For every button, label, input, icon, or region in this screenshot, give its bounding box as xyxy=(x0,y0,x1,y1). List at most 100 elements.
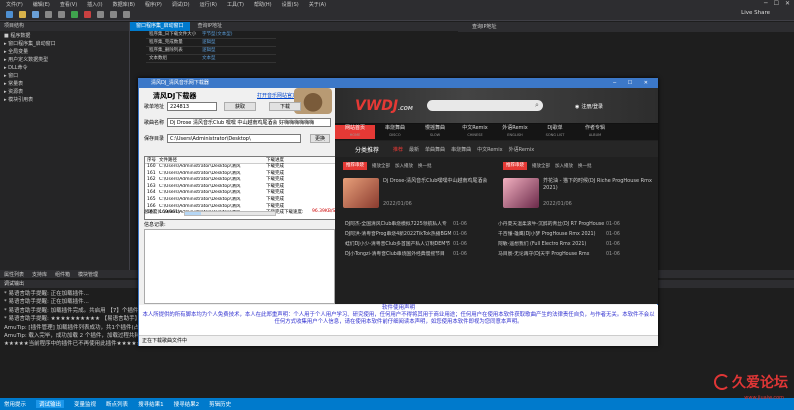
category-tab-3[interactable]: 串烧舞曲 xyxy=(451,146,471,153)
site-nav-item-2[interactable]: 慢摇舞曲 SLOW xyxy=(415,125,455,139)
tree-item[interactable]: ▸ 模块引用表 xyxy=(4,96,129,104)
download-button[interactable]: 下载 xyxy=(269,102,302,111)
open-folder-icon[interactable] xyxy=(19,10,26,18)
song-title[interactable]: 阿敏-遥想我们 (Full Electro Rmx 2021) xyxy=(488,240,606,250)
status-tab-1[interactable]: 调试输出 xyxy=(36,400,65,408)
find-icon[interactable] xyxy=(110,10,117,18)
variable-row[interactable]: 程序集_删除列表 逻辑型 xyxy=(146,47,276,55)
copy-icon[interactable] xyxy=(58,10,65,18)
song-row[interactable]: DJ小Tongzi-清粤音Club串烧国外经典慢摇节目 01-06 马目宸-无论再守… xyxy=(335,250,658,260)
get-button[interactable]: 获取 xyxy=(224,102,257,111)
window-buttons[interactable]: ─ ☐ ✕ xyxy=(613,79,653,88)
editor-tab-1[interactable]: 查询IP地址 xyxy=(192,22,229,31)
song-title[interactable]: DJ阿洪-清粤音Prog串烧4新2022TikTok热播BGM xyxy=(335,230,453,240)
table-row[interactable]: 160 C:\Users\Administrator\Desktop\清风 下载完成 xyxy=(145,164,348,171)
cut-icon[interactable] xyxy=(45,10,52,18)
tree-item[interactable]: ▸ DLL命令 xyxy=(4,64,129,72)
tree-item[interactable]: ▸ 用户定义数据类型 xyxy=(4,56,129,64)
site-nav-item-6[interactable]: 作者专辑 ALBUM xyxy=(575,125,615,139)
category-tab-2[interactable]: 单曲舞曲 xyxy=(425,146,445,153)
refresh-link[interactable]: 换一批 xyxy=(418,163,432,169)
right-panel-title[interactable]: 查询IP地址 xyxy=(458,22,794,32)
col-progress[interactable]: 下载进度 xyxy=(266,157,316,163)
song-title[interactable]: 蛙们DJ小少-清粤音Club多首国产私人订制DEM节 xyxy=(335,240,453,250)
add-play-link-2[interactable]: 加入播放 xyxy=(555,163,573,169)
album-cover-2[interactable] xyxy=(503,178,539,208)
stop-icon[interactable] xyxy=(84,10,91,18)
close-icon[interactable]: ✕ xyxy=(785,0,790,7)
song-input[interactable]: Dj Drose 清风音乐Club 嘿嘿 中山越南鸡尾酒会 好嗨嗨嗨嗨嗨嗨 xyxy=(167,118,332,127)
settings-icon[interactable] xyxy=(123,10,130,18)
menu-item-9[interactable]: 帮助(H) xyxy=(254,1,272,8)
dir-input[interactable]: C:\Users\Administrator\Desktop\ xyxy=(167,134,302,143)
menu-item-6[interactable]: 调试(D) xyxy=(172,1,190,8)
browse-button[interactable]: 更换 xyxy=(310,134,331,143)
site-logo[interactable]: VWDJ.COM xyxy=(355,98,413,114)
bottom-tab-2[interactable]: 组件箱 xyxy=(55,271,70,278)
add-play-link[interactable]: 加入播放 xyxy=(395,163,413,169)
login-link[interactable]: ◉ 注册/登录 xyxy=(575,103,603,111)
menu-item-0[interactable]: 文件(F) xyxy=(6,1,23,8)
song-row[interactable]: 蛙们DJ小少-清粤音Club多首国产私人订制DEM节 01-06 阿敏-遥想我们 (… xyxy=(335,240,658,250)
site-nav-item-1[interactable]: 串烧舞曲 DISCO xyxy=(375,125,415,139)
live-share-button[interactable]: Live Share xyxy=(741,10,770,16)
run-icon[interactable] xyxy=(71,10,78,18)
info-log[interactable] xyxy=(144,229,335,304)
site-nav-item-0[interactable]: 网站首页 HOME xyxy=(335,125,375,139)
status-tab-5[interactable]: 搜寻结果2 xyxy=(174,400,200,408)
refresh-link-2[interactable]: 换一批 xyxy=(578,163,592,169)
menu-item-5[interactable]: 程序(P) xyxy=(145,1,162,8)
table-row[interactable]: 162 C:\Users\Administrator\Desktop\清风 下载完成 xyxy=(145,177,348,184)
tree-item[interactable]: ▸ 窗口 xyxy=(4,72,129,80)
table-row[interactable]: 164 C:\Users\Administrator\Desktop\清风 下载完成 xyxy=(145,190,348,197)
tree-item[interactable]: ▸ 窗口程序集_启动窗口 xyxy=(4,40,129,48)
song-title[interactable]: 马目宸-无论再守(DJ天宇 ProgHouse Rmx xyxy=(488,250,606,260)
status-tab-2[interactable]: 变量监视 xyxy=(74,400,96,408)
tree-item[interactable]: ■ 程序数据 xyxy=(4,32,129,40)
card-tag[interactable]: 推荐串烧 xyxy=(343,162,367,170)
bottom-tab-1[interactable]: 支持库 xyxy=(32,271,47,278)
menu-item-4[interactable]: 数据库(B) xyxy=(113,1,135,8)
song-row[interactable]: DJ阿洪-清粤音Prog串烧4新2022TikTok热播BGM 01-06 千百懂-… xyxy=(335,230,658,240)
variable-row[interactable]: 程序集_完成数量 逻辑型 xyxy=(146,39,276,47)
editor-tab-0[interactable]: 窗口程序集_启动窗口 xyxy=(130,22,190,31)
maximize-icon[interactable]: ☐ xyxy=(774,0,779,7)
variable-row[interactable]: 文本数组 文本型 xyxy=(146,55,276,63)
menu-item-7[interactable]: 运行(R) xyxy=(200,1,217,8)
category-tab-0[interactable]: 推荐 xyxy=(393,146,403,153)
play-all-link-2[interactable]: 播放全部 xyxy=(532,163,550,169)
variable-row[interactable]: 程序集_日下载文件大小 字节型(文本型) xyxy=(146,31,276,39)
status-tab-6[interactable]: 剪辑历史 xyxy=(209,400,231,408)
tree-item[interactable]: ▸ 全局变量 xyxy=(4,48,129,56)
menu-item-8[interactable]: 工具(T) xyxy=(227,1,244,8)
category-tab-4[interactable]: 中文Remix xyxy=(477,146,503,153)
status-tab-3[interactable]: 断点列表 xyxy=(106,400,128,408)
play-all-link[interactable]: 播放全部 xyxy=(372,163,390,169)
song-title[interactable]: DJ阿杰-全国清风Club串烧模拟7225领航私人专 xyxy=(335,220,453,230)
category-tab-5[interactable]: 外语Remix xyxy=(509,146,535,153)
status-tab-4[interactable]: 搜寻结果1 xyxy=(138,400,164,408)
new-file-icon[interactable] xyxy=(6,10,13,18)
tree-item[interactable]: ▸ 资源表 xyxy=(4,88,129,96)
card-tag-2[interactable]: 推荐串烧 xyxy=(503,162,527,170)
col-path[interactable]: 文件路径 xyxy=(159,157,266,163)
site-nav-item-4[interactable]: 外语Remix ENGLISH xyxy=(495,125,535,139)
song-row[interactable]: DJ阿杰-全国清风Club串烧模拟7225领航私人专 01-06 小丹夏天温柔滚牛-… xyxy=(335,220,658,230)
site-search-input[interactable] xyxy=(427,100,543,111)
step-icon[interactable] xyxy=(97,10,104,18)
song-title[interactable]: 千百懂-雄鹰(DJ小梦 ProgHouse Rmx 2021) xyxy=(488,230,606,240)
bottom-tab-3[interactable]: 模块管理 xyxy=(78,271,98,278)
card2-title[interactable]: 芥花油 - 猫下的时候(DJ Riche ProgHouse Rmx 2021) xyxy=(543,178,655,192)
minimize-icon[interactable]: ─ xyxy=(764,0,768,7)
song-title[interactable]: DJ小Tongzi-清粤音Club串烧国外经典慢摇节目 xyxy=(335,250,453,260)
site-nav-item-5[interactable]: DJ歌单 SONG LIST xyxy=(535,125,575,139)
menu-item-2[interactable]: 查看(V) xyxy=(60,1,77,8)
url-input[interactable]: 224813 xyxy=(167,102,218,111)
table-row[interactable]: 161 C:\Users\Administrator\Desktop\清风 下载完成 xyxy=(145,171,348,178)
album-cover-1[interactable] xyxy=(343,178,379,208)
table-row[interactable]: 163 C:\Users\Administrator\Desktop\清风 下载完成 xyxy=(145,184,348,191)
card1-title[interactable]: Dj Drose-清风音乐Club嘿嘿中山越南鸡尾酒会 xyxy=(383,178,495,185)
tree-item[interactable]: ▸ 常量表 xyxy=(4,80,129,88)
bottom-tab-0[interactable]: 属性列表 xyxy=(4,271,24,278)
menu-item-11[interactable]: 关于(A) xyxy=(309,1,326,8)
